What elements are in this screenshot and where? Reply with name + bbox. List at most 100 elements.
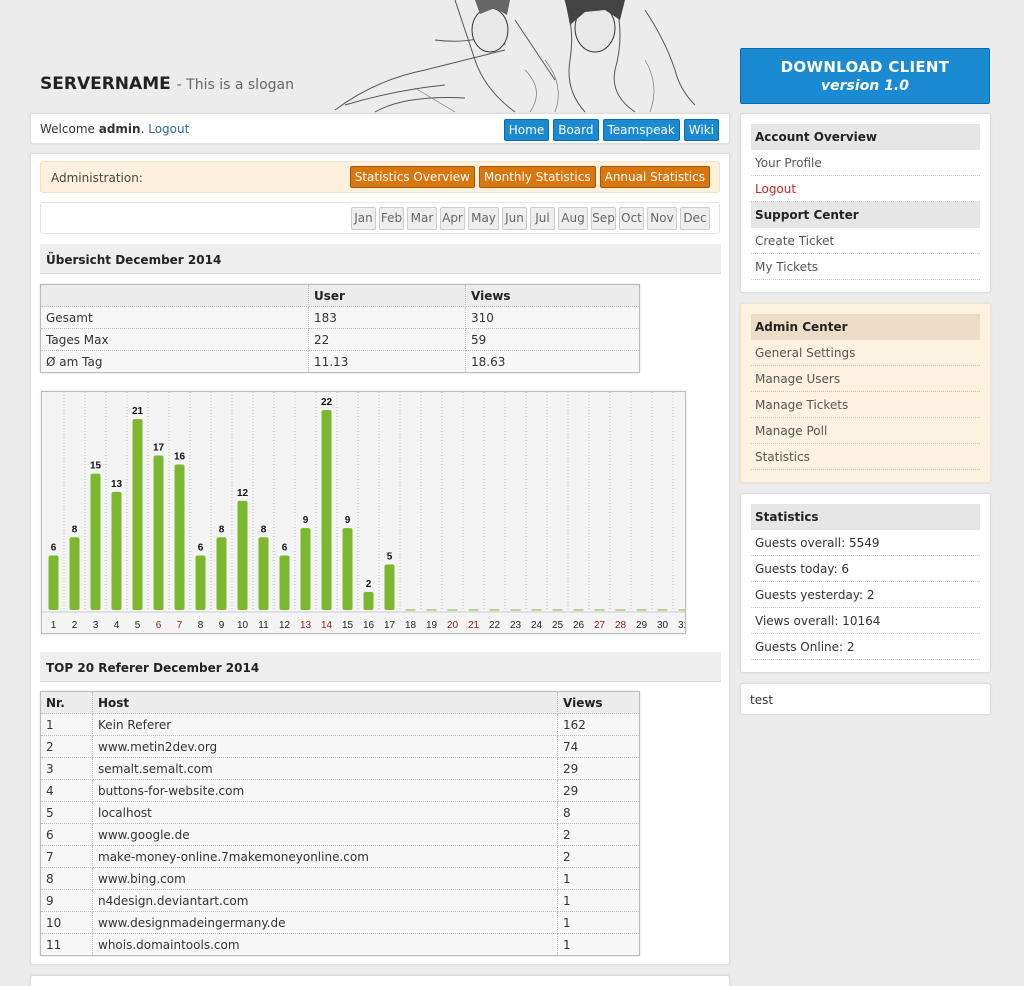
chart-bar <box>342 528 353 610</box>
month-selector: Jan Feb Mar Apr May Jun Jul Aug Sep Oct … <box>40 202 720 234</box>
month-jul-button[interactable]: Jul <box>530 207 555 230</box>
your-profile-link[interactable]: Your Profile <box>751 150 980 176</box>
support-center-heading: Support Center <box>751 202 980 228</box>
nav-board-button[interactable]: Board <box>553 119 599 141</box>
table-header-row: User Views <box>40 284 640 307</box>
referer-table: Nr. Host Views 1 Kein Referer 162 2 www.meti… <box>40 691 640 956</box>
table-row: 11 whois.domaintools.com 1 <box>40 933 640 956</box>
month-dec-button[interactable]: Dec <box>680 207 710 230</box>
main-panel: Administration: Statistics Overview Mont… <box>30 153 730 965</box>
table-row: 7 make-money-online.7makemoneyonline.com 2 <box>40 845 640 868</box>
chart-tick-label: 18 <box>405 620 417 631</box>
month-feb-button[interactable]: Feb <box>379 207 404 230</box>
month-nov-button[interactable]: Nov <box>647 207 677 230</box>
table-row: 6 www.google.de 2 <box>40 823 640 846</box>
chart-tick-label: 24 <box>531 620 543 631</box>
chart-tick-label: 8 <box>198 620 204 631</box>
chart-value-label: 6 <box>282 542 288 553</box>
chart-bar <box>132 419 143 610</box>
main-nav: Home Board Teamspeak Wiki <box>503 119 719 141</box>
chart-tick-label: 4 <box>114 620 120 631</box>
table-cell: Kein Referer <box>92 713 558 736</box>
footer <box>30 975 730 986</box>
chart-value-label: 17 <box>153 442 165 453</box>
column-header <box>40 284 309 307</box>
chart-value-label: 16 <box>174 452 186 463</box>
chart-tick-label: 29 <box>636 620 648 631</box>
nav-teamspeak-button[interactable]: Teamspeak <box>602 119 680 141</box>
table-cell: semalt.semalt.com <box>92 757 558 780</box>
header-artwork <box>334 0 696 113</box>
manage-users-link[interactable]: Manage Users <box>751 366 980 392</box>
month-may-button[interactable]: May <box>468 207 499 230</box>
column-header: User <box>308 284 466 307</box>
chart-tick-label: 28 <box>615 620 627 631</box>
manage-poll-link[interactable]: Manage Poll <box>751 418 980 444</box>
table-cell: 310 <box>465 306 640 329</box>
guests-overall-stat: Guests overall: 5549 <box>751 530 980 556</box>
download-client-button[interactable]: DOWNLOAD CLIENT version 1.0 <box>740 48 990 104</box>
account-overview-heading: Account Overview <box>751 124 980 150</box>
monthly-statistics-button[interactable]: Monthly Statistics <box>478 166 596 188</box>
month-sep-button[interactable]: Sep <box>591 207 616 230</box>
chart-value-label: 9 <box>303 515 309 526</box>
table-cell: 11.13 <box>308 350 466 373</box>
chart-value-label: 15 <box>90 461 102 472</box>
site-name: SERVERNAME <box>40 74 171 94</box>
chart-bar <box>300 528 311 610</box>
table-cell: 5 <box>40 801 93 824</box>
guests-yesterday-stat: Guests yesterday: 2 <box>751 582 980 608</box>
table-cell: localhost <box>92 801 558 824</box>
month-apr-button[interactable]: Apr <box>440 207 465 230</box>
chart-bar <box>321 410 332 610</box>
chart-tick-label: 7 <box>177 620 183 631</box>
month-aug-button[interactable]: Aug <box>558 207 588 230</box>
statistics-overview-button[interactable]: Statistics Overview <box>349 166 475 188</box>
chart-tick-label: 14 <box>321 620 333 631</box>
table-cell: 1 <box>40 713 93 736</box>
manage-tickets-link[interactable]: Manage Tickets <box>751 392 980 418</box>
table-row: 8 www.bing.com 1 <box>40 867 640 890</box>
chart-tick-label: 11 <box>258 620 269 631</box>
overview-table: User Views Gesamt 183 310 Tages Max 22 5… <box>40 284 640 373</box>
table-cell: 29 <box>557 757 640 780</box>
create-ticket-link[interactable]: Create Ticket <box>751 228 980 254</box>
administration-bar: Administration: Statistics Overview Mont… <box>40 161 720 193</box>
logout-sidebar-link[interactable]: Logout <box>751 176 980 202</box>
chart-bar <box>258 537 269 610</box>
annual-statistics-button[interactable]: Annual Statistics <box>599 166 710 188</box>
month-jun-button[interactable]: Jun <box>502 207 527 230</box>
month-jan-button[interactable]: Jan <box>351 207 376 230</box>
month-mar-button[interactable]: Mar <box>407 207 437 230</box>
chart-bar <box>195 555 206 610</box>
logout-link[interactable]: Logout <box>148 122 189 136</box>
chart-bar <box>384 564 395 610</box>
test-box: test <box>740 683 991 715</box>
admin-center-heading: Admin Center <box>751 314 980 340</box>
table-cell: make-money-online.7makemoneyonline.com <box>92 845 558 868</box>
table-cell: n4design.deviantart.com <box>92 889 558 912</box>
statistics-panel: Statistics Guests overall: 5549 Guests t… <box>740 493 991 673</box>
chart-bar <box>48 555 59 610</box>
general-settings-link[interactable]: General Settings <box>751 340 980 366</box>
table-cell: Gesamt <box>40 306 309 329</box>
table-row: 1 Kein Referer 162 <box>40 713 640 736</box>
statistics-link[interactable]: Statistics <box>751 444 980 470</box>
chart-value-label: 2 <box>366 579 372 590</box>
table-row: Gesamt 183 310 <box>40 306 640 329</box>
chart-canvas: 6182153134215176167688912108116129132214… <box>42 392 695 631</box>
chart-value-label: 8 <box>261 524 267 535</box>
username: admin <box>98 122 141 136</box>
table-cell: 1 <box>557 933 640 956</box>
test-text: test <box>750 693 774 707</box>
chart-value-label: 12 <box>237 488 249 499</box>
guests-online-stat: Guests Online: 2 <box>751 634 980 660</box>
nav-wiki-button[interactable]: Wiki <box>683 119 719 141</box>
chart-value-label: 22 <box>321 397 333 408</box>
nav-home-button[interactable]: Home <box>503 119 550 141</box>
my-tickets-link[interactable]: My Tickets <box>751 254 980 280</box>
month-oct-button[interactable]: Oct <box>619 207 644 230</box>
chart-tick-label: 1 <box>51 620 57 631</box>
chart-tick-label: 2 <box>72 620 78 631</box>
chart-bar <box>237 500 248 610</box>
